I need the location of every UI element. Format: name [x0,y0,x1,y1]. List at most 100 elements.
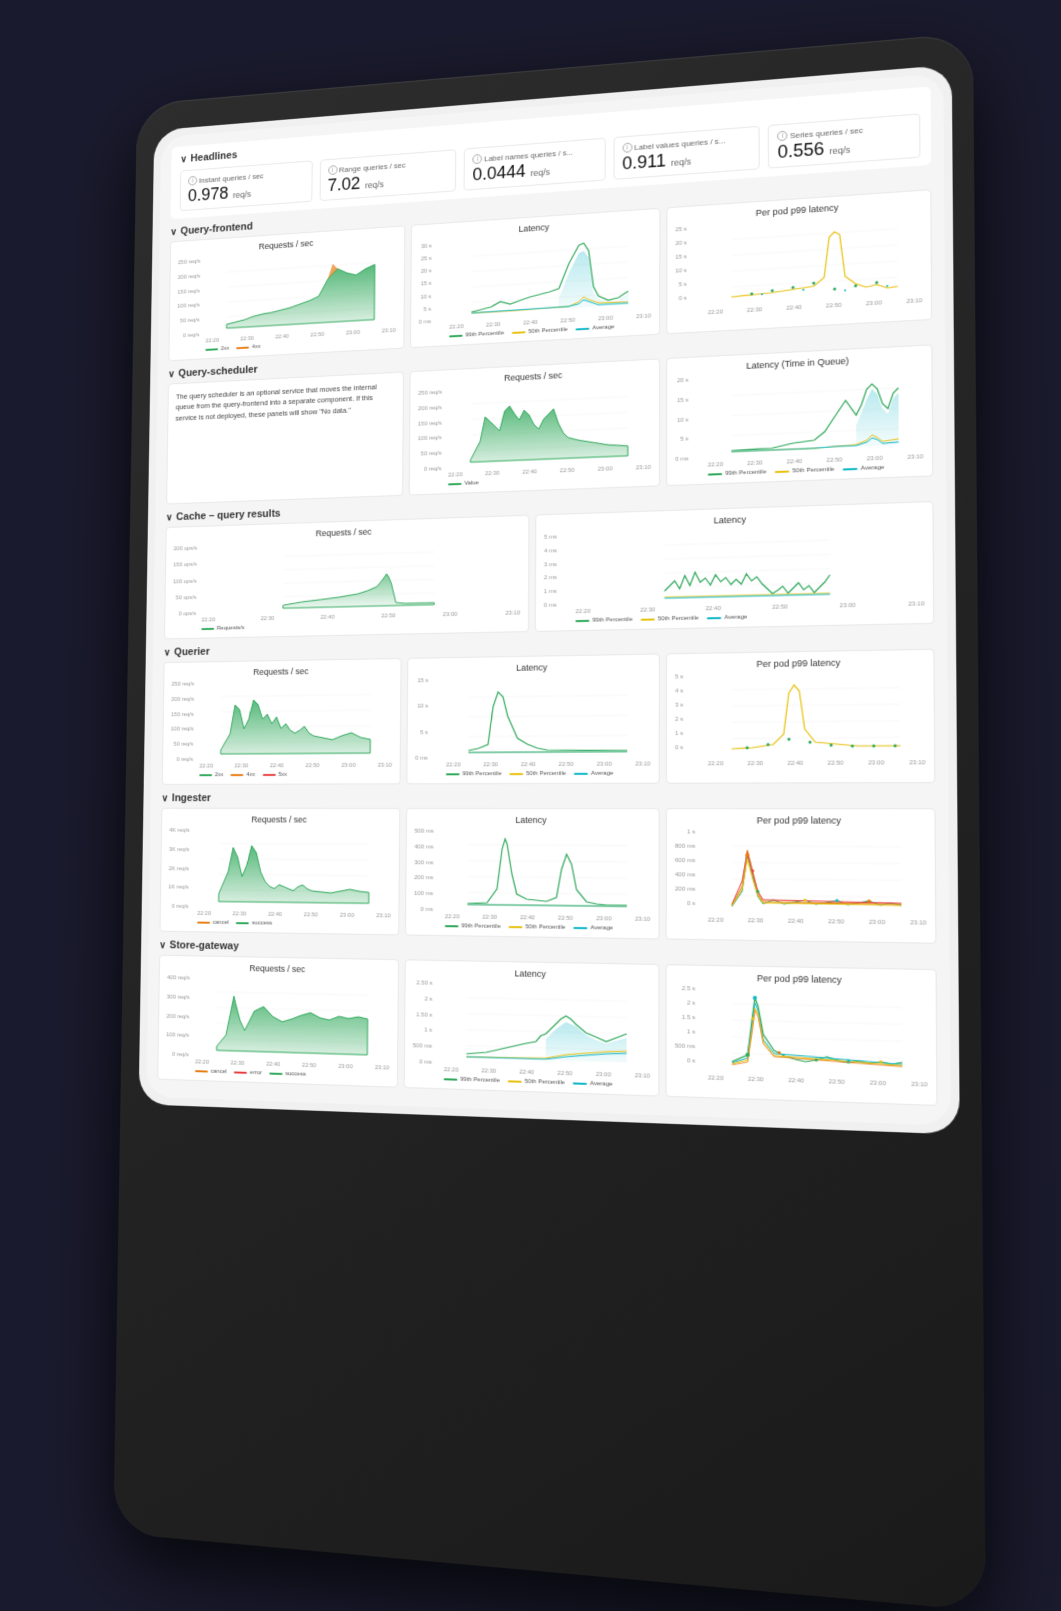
qs-latency-svg-container [707,366,923,461]
ql-legend-50th: 50th Percentile [509,770,566,776]
sg-latency-chart: Latency 2.50 s 2 s 1.50 s 1 s 500 ms 0 m… [403,959,659,1096]
qs-latency-chart: Latency (Time in Queue) 20 s 15 s 10 s 5… [666,344,933,486]
qf-latency-area: 30 s 25 s 20 s 15 s 10 s 5 s 0 ms [418,228,651,340]
info-icon-1[interactable]: i [188,175,197,185]
info-icon-3[interactable]: i [472,153,482,163]
cache-legend-avg-dot [706,617,720,619]
querier-requests-yaxis: 250 req/s 200 req/s 150 req/s 100 req/s … [170,681,197,762]
cache-legend-99th-dot [575,619,589,621]
querier-perpod-yaxis: 5 s 4 s 3 s 2 s 1 s 0 s [675,674,686,751]
qs-legend-99th: 99th Percentile [707,469,766,477]
qf-latency-svg [449,228,651,318]
ingester-latency-area: 500 ms 400 ms 300 ms 200 ms 100 ms 0 ms [413,828,650,931]
sg-perpod-svg [707,986,927,1075]
querier-requests-svg [199,678,392,757]
cache-requests-svg-container [201,535,520,616]
tablet-screen: Headlines i Instant queries / sec 0.978 … [138,64,959,1134]
ingester-requests-yaxis: 4K req/s 3K req/s 2K req/s 1K req/s 0 re… [168,827,192,909]
sgl-legend-50th-dot [507,1080,521,1082]
qf-latency-chart: Latency 30 s 25 s 20 s 15 s 10 s 5 s 0 m… [409,207,659,347]
sg-legend-success-dot [269,1072,282,1074]
querier-latency-title: Latency [415,660,650,674]
il-legend-99th: 99th Percentile [444,923,500,930]
legend-99th: 99th Percentile [449,330,504,339]
sg-requests-svg-container [195,975,390,1064]
querier-latency-svg [446,674,651,756]
ql-legend-avg: Average [573,770,612,776]
querier-requests-chart: Requests / sec 250 req/s 200 req/s 150 r… [161,657,401,784]
sg-legend-cancel: cancel [194,1068,226,1075]
querier-perpod-xaxis: 22:20 22:30 22:40 22:50 23:00 23:10 [707,760,925,767]
querier-latency-chart: Latency 15 s 10 s 5 s 0 ms [406,653,660,784]
legend-value: Value [448,480,479,487]
querier-requests-xaxis: 22:20 22:30 22:40 22:50 23:00 23:10 [199,762,392,769]
dashboard: Headlines i Instant queries / sec 0.978 … [146,73,951,1125]
sg-requests-svg [195,975,390,1059]
cache-charts: Requests / sec 200 ops/s 150 ops/s 100 o… [164,501,934,639]
ingester-latency-title: Latency [414,814,650,824]
qf-requests-svg-container [205,245,396,337]
qf-perpod-svg [707,211,922,304]
cache-latency-svg [575,522,924,602]
il-legend-50th: 50th Percentile [508,924,565,931]
querier-latency-yaxis: 15 s 10 s 5 s 0 ms [415,678,431,762]
legend-99th-dot [449,334,462,337]
sg-requests-title: Requests / sec [167,961,390,975]
querier-requests-svg-container [199,678,392,762]
sg-perpod-chart: Per pod p99 latency 2.5 s 2 s 1.5 s 1 s … [665,964,937,1106]
ingester-latency-svg [444,828,650,910]
legend-avg: Average [575,324,614,332]
q-legend-4xx-dot [230,774,243,776]
qs-legend-avg-dot [842,467,857,470]
ingester-header: Ingester [161,791,935,804]
ingester-requests-svg-container [197,828,391,912]
querier-requests-legend: 2xx 4xx 5xx [199,771,392,777]
ingester-perpod-title: Per pod p99 latency [674,815,925,826]
metric-label-names: i Label names queries / s... 0.0444 req/… [463,137,605,190]
legend-50th: 50th Percentile [511,326,567,335]
sg-latency-title: Latency [413,966,650,981]
q-legend-4xx: 4xx [230,772,254,778]
ingester-requests-legend: cancel success [197,919,391,928]
querier-latency-legend: 99th Percentile 50th Percentile Average [445,770,650,777]
cache-requests-chart: Requests / sec 200 ops/s 150 ops/s 100 o… [164,514,529,639]
legend-requests-s-dot [201,627,214,629]
cache-latency-area: 5 ms 4 ms 3 ms 2 ms 1 ms 0 ms [543,522,924,624]
querier-latency-area: 15 s 10 s 5 s 0 ms [414,674,650,777]
i-legend-cancel: cancel [197,919,229,925]
sg-perpod-area: 2.5 s 2 s 1.5 s 1 s 500 ms 0 s [674,985,927,1088]
il-legend-avg-dot [573,926,587,928]
qf-perpod-svg-container [707,211,922,309]
info-icon-5[interactable]: i [777,130,787,141]
qs-requests-yaxis: 250 req/s 200 req/s 150 req/s 100 req/s … [417,389,444,472]
qs-latency-area: 20 s 15 s 10 s 5 s 0 ms [675,366,923,479]
il-legend-50th-dot [508,926,522,928]
ingester-perpod-svg [707,829,926,914]
q-legend-5xx-dot [262,773,275,775]
info-icon-2[interactable]: i [327,165,336,175]
sg-latency-yaxis: 2.50 s 2 s 1.50 s 1 s 500 ms 0 ms [412,980,435,1066]
cache-requests-svg [201,535,520,611]
sg-latency-svg-container [443,981,649,1073]
qs-legend-50th: 50th Percentile [774,466,834,474]
i-legend-cancel-dot [197,921,210,923]
qs-legend-99th-dot [707,473,721,476]
qf-latency-svg-container [449,228,651,323]
headlines-title: Headlines [190,149,237,164]
sg-latency-area: 2.50 s 2 s 1.50 s 1 s 500 ms 0 ms [412,980,650,1089]
cache-requests-area: 200 ops/s 150 ops/s 100 ops/s 50 ops/s 0… [172,535,520,632]
info-icon-4[interactable]: i [622,142,632,152]
cache-latency-yaxis: 5 ms 4 ms 3 ms 2 ms 1 ms 0 ms [543,534,559,609]
legend-2xx: 2xx [205,345,229,352]
ingester-charts: Requests / sec 4K req/s 3K req/s 2K req/… [159,807,936,943]
ingester-perpod-yaxis: 1 s 800 ms 600 ms 400 ms 200 ms 0 s [674,829,697,907]
sgl-legend-99th: 99th Percentile [443,1076,499,1084]
qf-perpod-area: 25 s 20 s 15 s 10 s 5 s 0 s [675,211,922,318]
sg-latency-svg [443,981,649,1067]
querier-requests-title: Requests / sec [171,664,392,677]
qs-requests-svg-container [448,379,651,471]
sgl-legend-avg-dot [572,1082,586,1085]
cache-latency-svg-container [575,522,924,607]
ingester-latency-svg-container [444,828,650,915]
legend-4xx-dot [236,346,249,349]
